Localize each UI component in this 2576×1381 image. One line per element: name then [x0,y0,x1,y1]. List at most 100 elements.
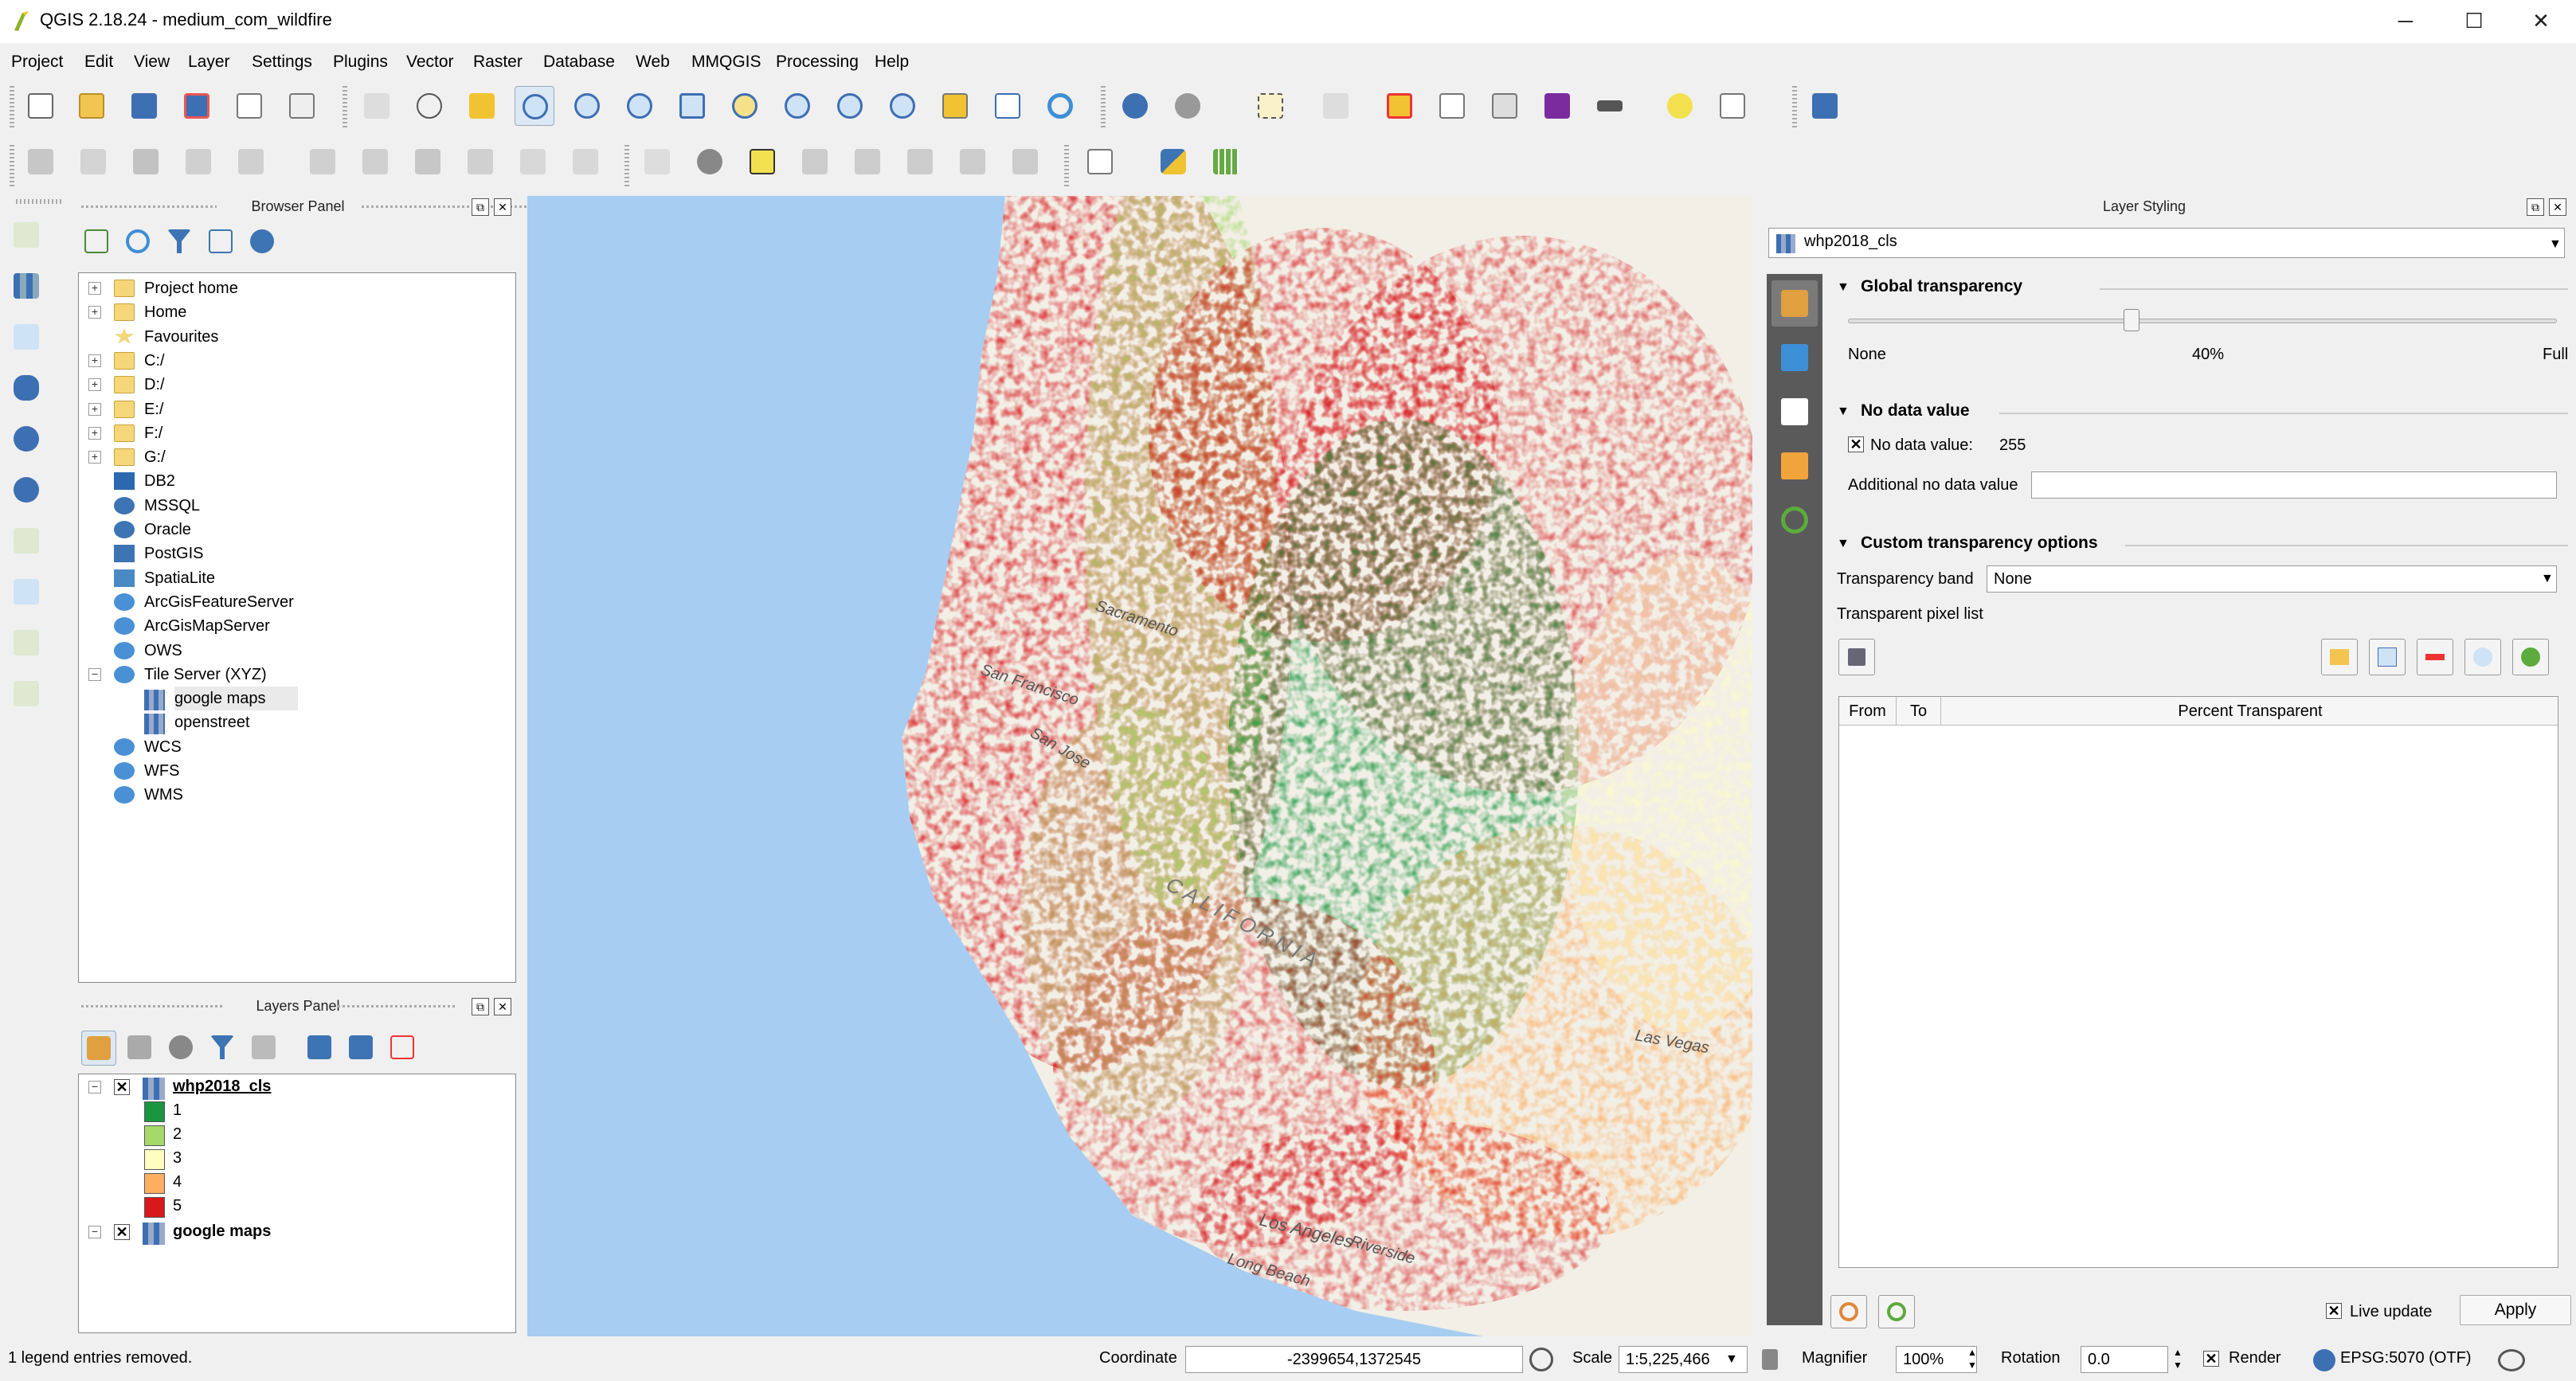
properties-button[interactable] [247,226,279,258]
transparency-slider-track[interactable] [1848,319,2557,323]
node-tool-button[interactable] [303,142,343,182]
run-feature-action-button[interactable] [1168,86,1208,126]
browser-item[interactable]: OWS [144,639,182,663]
menu-web[interactable]: Web [636,51,670,73]
field-calculator-button[interactable] [1485,86,1525,126]
menu-layer[interactable]: Layer [188,51,230,73]
mmqgis-grid-button[interactable] [1206,142,1246,182]
menu-database[interactable]: Database [543,51,615,73]
browser-item[interactable]: Home [144,300,186,324]
tab-legend[interactable] [1771,443,1818,489]
menu-help[interactable]: Help [875,51,909,73]
refresh-browser-button[interactable] [123,226,155,258]
expand-toggle[interactable]: + [88,426,101,440]
expand-toggle[interactable]: + [88,378,101,392]
menu-view[interactable]: View [134,51,170,73]
browser-item[interactable]: WCS [144,735,182,759]
layer-name-google-maps[interactable]: google maps [173,1219,271,1243]
browser-item[interactable]: WMS [144,783,183,807]
export-pixels-button[interactable] [1838,639,1875,675]
float-panel-button[interactable]: ⧉ [472,198,489,216]
save-edits-button[interactable] [126,142,166,182]
column-to[interactable]: To [1897,697,1941,726]
menu-vector[interactable]: Vector [406,51,454,73]
menu-processing[interactable]: Processing [776,51,859,73]
messages-icon[interactable] [2498,1349,2525,1371]
new-bookmark-button[interactable] [988,86,1028,126]
browser-item[interactable]: Favourites [144,325,218,349]
add-group-button[interactable] [123,1031,158,1066]
paste-features-button[interactable] [566,142,605,182]
browser-item[interactable]: D:/ [144,373,165,397]
crs-label[interactable]: EPSG:5070 (OTF) [2340,1349,2472,1367]
zoom-next-button[interactable] [883,86,922,126]
pin-labels-button[interactable] [795,142,835,182]
show-hide-labels-button[interactable] [848,142,887,182]
custom-transparency-header[interactable]: Custom transparency options [1861,534,2098,553]
maximize-button[interactable]: ☐ [2444,0,2504,43]
apply-button[interactable]: Apply [2460,1295,2571,1325]
import-pixels-button[interactable] [2321,639,2358,675]
browser-item[interactable]: C:/ [144,349,165,373]
no-data-header[interactable]: No data value [1861,401,1970,421]
chevron-down-icon[interactable]: ▼ [2541,572,2554,586]
cut-features-button[interactable] [460,142,500,182]
layer-select[interactable]: whp2018_cls [1768,228,2565,258]
undo-button[interactable] [1830,1295,1867,1328]
expand-all-button[interactable] [303,1031,338,1066]
browser-item[interactable]: openstreet [174,710,250,734]
browser-item[interactable]: E:/ [144,397,163,421]
python-console-button[interactable] [1153,142,1193,182]
add-virtual-layer-button[interactable] [6,623,46,663]
additional-no-data-input[interactable] [2031,471,2557,499]
remove-pixel-row-button[interactable] [2417,639,2453,675]
csw-button[interactable] [1080,142,1120,182]
browser-item[interactable]: Oracle [144,518,191,542]
layer-labeling-button[interactable] [637,142,677,182]
attribute-table-button[interactable] [1432,86,1472,126]
tab-histogram[interactable] [1771,389,1818,435]
new-map-view-button[interactable] [935,86,975,126]
redo-button[interactable] [1878,1295,1915,1328]
touch-zoom-button[interactable] [357,86,397,126]
column-percent-transparent[interactable]: Percent Transparent [1941,697,2559,726]
rotation-input[interactable]: 0.0 [2081,1346,2168,1373]
new-print-composer-button[interactable] [229,86,269,126]
expand-toggle[interactable]: − [88,667,101,681]
map-tips-button[interactable] [1660,86,1700,126]
collapse-triangle-icon[interactable]: ▼ [1837,280,1850,295]
highlight-pinned-labels-button[interactable] [742,142,782,182]
zoom-to-selection-button[interactable] [725,86,765,126]
menu-raster[interactable]: Raster [473,51,523,73]
zoom-in-button[interactable] [515,86,554,126]
collapse-layer-toggle[interactable]: − [88,1226,101,1238]
delete-button[interactable] [408,142,448,182]
tab-history[interactable] [1771,497,1818,543]
new-shapefile-button[interactable] [6,674,46,714]
remove-layer-button[interactable] [386,1031,421,1066]
chevron-down-icon[interactable]: ▼ [1725,1352,1738,1367]
new-project-button[interactable] [21,86,61,126]
add-vector-layer-button[interactable] [6,215,46,255]
menu-edit[interactable]: Edit [84,51,113,73]
open-project-button[interactable] [72,86,112,126]
layer-diagram-button[interactable] [690,142,730,182]
statistics-button[interactable] [1537,86,1577,126]
close-button[interactable]: ✕ [2511,0,2571,43]
identify-button[interactable] [1115,86,1155,126]
render-checkbox[interactable]: ✕ [2203,1351,2219,1367]
default-values-button[interactable] [2369,639,2406,675]
transparency-band-select[interactable]: None [1987,565,2557,593]
browser-item[interactable]: Tile Server (XYZ) [144,663,267,687]
layer-visibility-checkbox[interactable]: ✕ [114,1079,130,1095]
save-as-button[interactable] [177,86,217,126]
tab-symbology[interactable] [1771,280,1818,327]
expand-toggle[interactable]: + [88,451,101,464]
add-selected-layers-button[interactable] [81,226,113,258]
measure-button[interactable] [1590,86,1630,126]
add-wfs-button[interactable] [6,521,46,561]
transparency-slider-handle[interactable] [2124,309,2139,331]
collapse-all-layers-button[interactable] [344,1031,379,1066]
refresh-button[interactable] [1040,86,1080,126]
browser-item[interactable]: MSSQL [144,494,200,518]
